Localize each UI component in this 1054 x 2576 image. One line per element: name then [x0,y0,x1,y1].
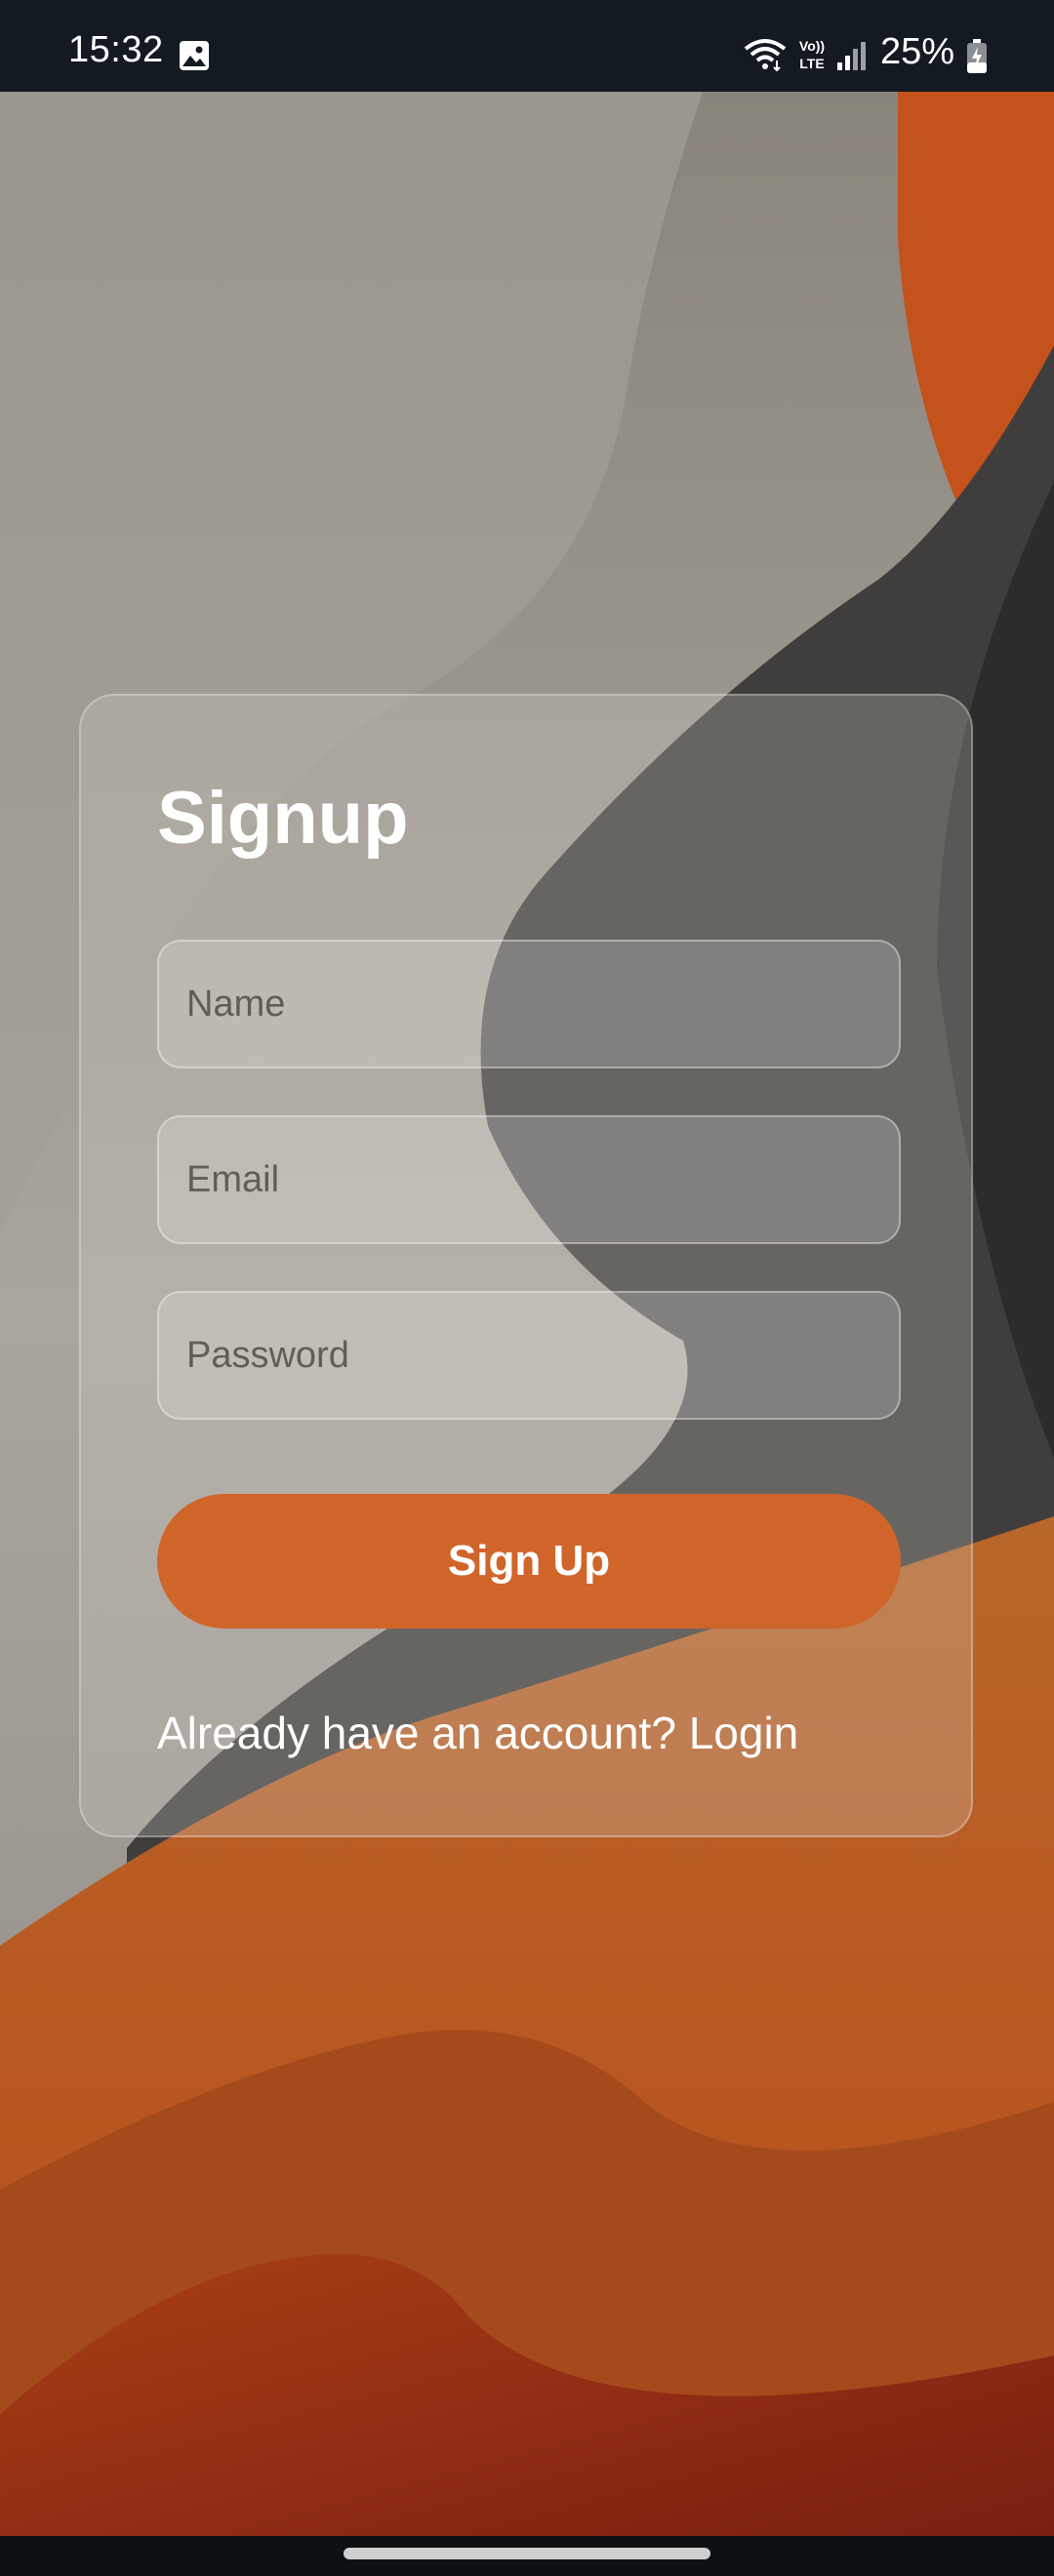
navigation-bar [0,2536,1054,2576]
page-title: Signup [157,777,409,860]
email-input[interactable] [157,1115,901,1244]
signal-icon [837,42,866,70]
volte-top-text: Vo)) [799,38,825,54]
volte-bottom-text: LTE [799,56,824,71]
home-gesture-handle[interactable] [344,2548,710,2559]
signup-screen: 15:32 Vo)) LTE 25% Signup Name Email Sig… [0,0,1054,2576]
sign-up-button[interactable]: Sign Up [157,1494,901,1629]
battery-icon [967,39,987,73]
name-input[interactable] [157,940,901,1068]
status-time: 15:32 [68,29,164,70]
login-prompt: Already have an account? Login [157,1711,798,1755]
login-prompt-text: Already have an account? [157,1708,676,1758]
battery-percent: 25% [880,31,955,72]
gallery-icon [180,41,209,70]
login-link[interactable]: Login [689,1708,799,1758]
password-input[interactable] [157,1291,901,1420]
wifi-icon [744,39,787,72]
volte-icon: Vo)) LTE [799,38,825,71]
status-bar: 15:32 Vo)) LTE 25% [0,0,1054,92]
signup-card: Signup Sign Up Already have an account? … [79,694,973,1837]
